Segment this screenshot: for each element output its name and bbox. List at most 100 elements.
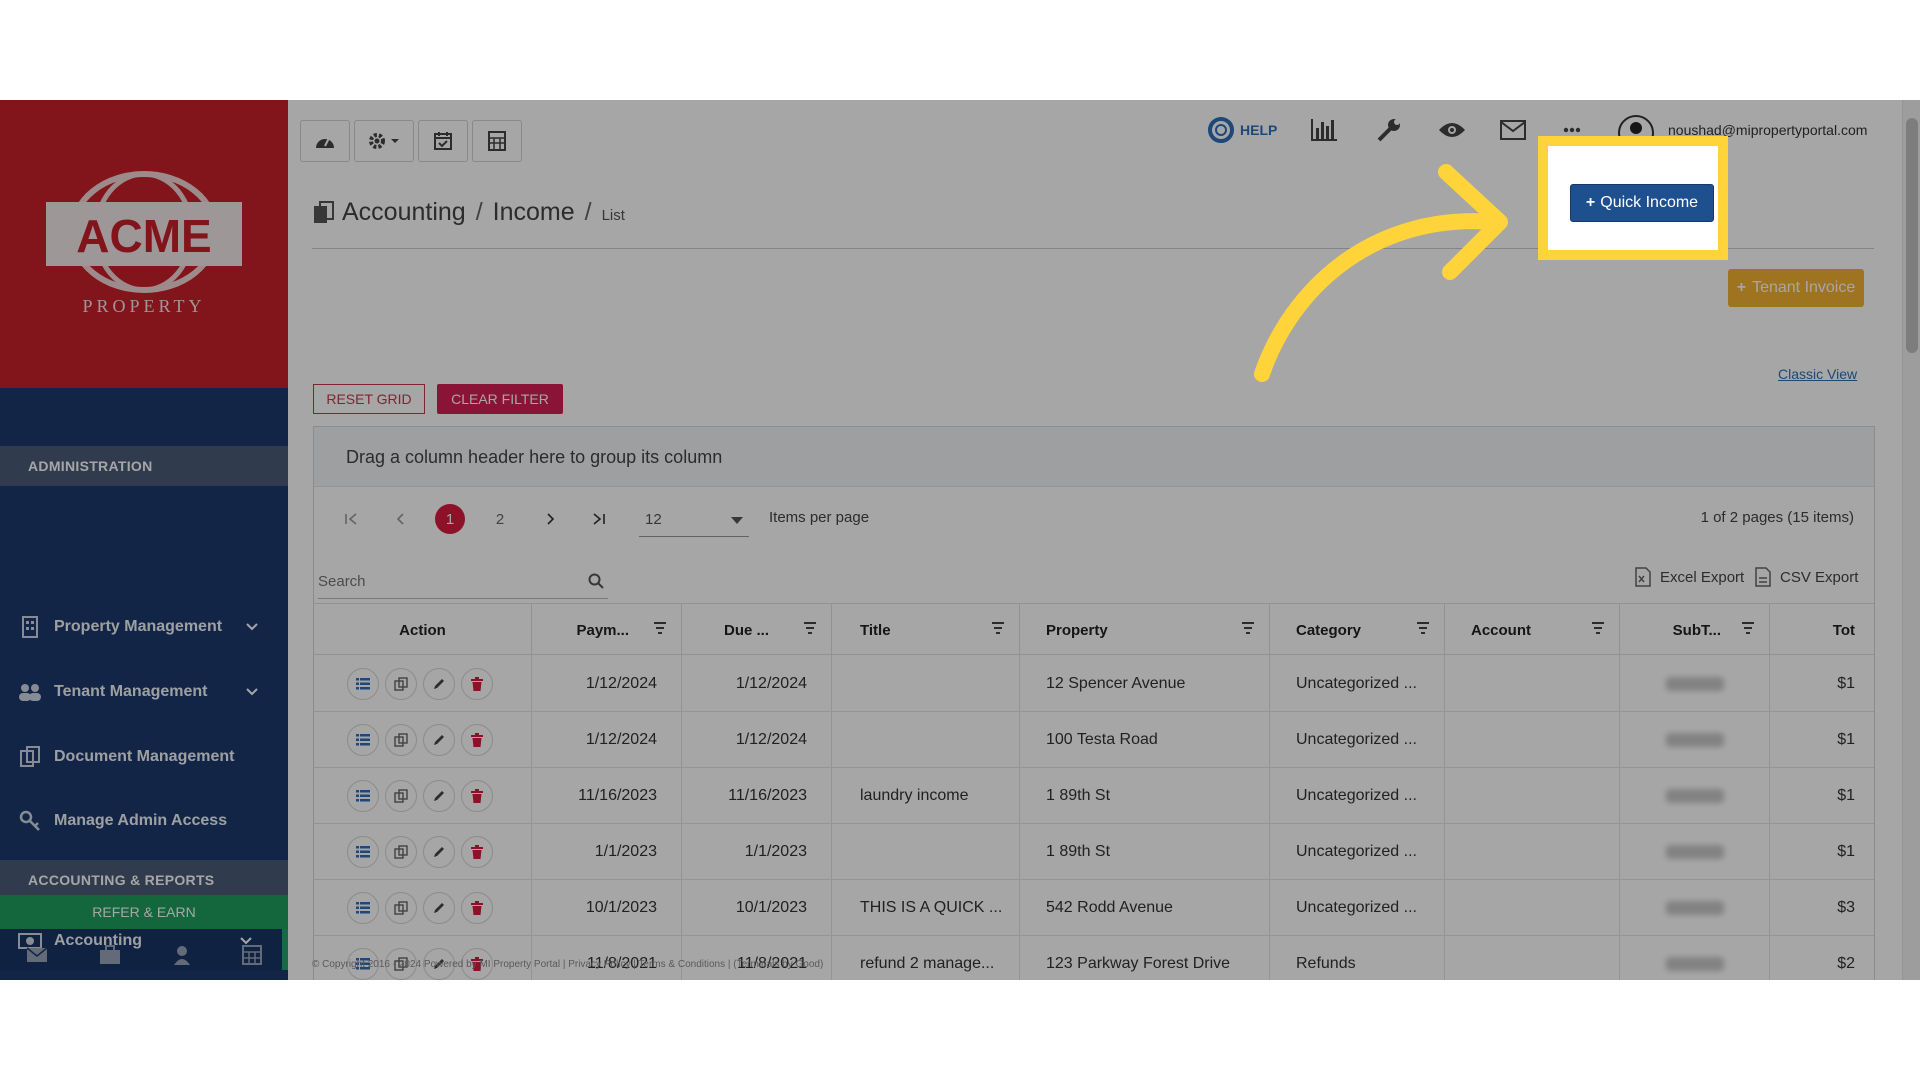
edit-button[interactable] — [422, 836, 455, 868]
quick-income-button[interactable]: + Quick Income — [1570, 184, 1714, 222]
messages-button[interactable] — [1500, 115, 1526, 145]
column-payment-date[interactable]: Paym... — [532, 604, 682, 656]
column-account[interactable]: Account — [1445, 604, 1620, 656]
trash-icon — [470, 677, 483, 691]
column-total[interactable]: Tot — [1770, 604, 1874, 656]
sidebar-item-document-management[interactable]: Document Management — [0, 728, 288, 786]
edit-button[interactable] — [422, 668, 455, 700]
cell-category: Uncategorized ... — [1270, 824, 1445, 880]
user-icon[interactable] — [173, 945, 191, 965]
sidebar-item-tenant-management[interactable]: Tenant Management — [0, 663, 288, 721]
table-row[interactable]: 11/8/2021 11/8/2021 refund 2 manage... 123 … — [314, 936, 1874, 980]
delete-button[interactable] — [460, 780, 493, 812]
edit-button[interactable] — [422, 724, 455, 756]
search-input[interactable] — [318, 569, 578, 593]
calendar-button[interactable] — [418, 120, 468, 162]
sidebar-item-manage-admin-access[interactable]: Manage Admin Access — [0, 792, 288, 850]
table-row[interactable]: 1/12/2024 1/12/2024 100 Testa Road Uncatego… — [314, 712, 1874, 768]
search-icon[interactable] — [588, 573, 604, 589]
copy-button[interactable] — [384, 668, 417, 700]
logo[interactable]: ACME PROPERTY — [0, 100, 288, 388]
filter-icon[interactable] — [1416, 622, 1430, 634]
sidebar-item-property-management[interactable]: Property Management — [0, 598, 288, 656]
preview-button[interactable] — [1438, 115, 1466, 145]
next-page-button[interactable] — [535, 504, 565, 534]
redacted-value — [1665, 677, 1724, 691]
filter-icon[interactable] — [1241, 622, 1255, 634]
page-scrollbar[interactable] — [1902, 100, 1920, 980]
cell-category: Uncategorized ... — [1270, 768, 1445, 824]
excel-export-button[interactable]: Excel Export — [1634, 567, 1744, 587]
clear-filter-button[interactable]: CLEAR FILTER — [437, 384, 563, 414]
column-title[interactable]: Title — [832, 604, 1020, 656]
dashboard-button[interactable] — [300, 120, 350, 162]
envelope-icon[interactable] — [26, 947, 48, 963]
column-label: Paym... — [576, 621, 629, 639]
scrollbar-thumb[interactable] — [1906, 118, 1918, 353]
filter-icon[interactable] — [1741, 622, 1755, 634]
filter-icon[interactable] — [991, 622, 1005, 634]
column-property[interactable]: Property — [1020, 604, 1270, 656]
reports-button[interactable] — [1310, 115, 1338, 145]
copy-button[interactable] — [384, 780, 417, 812]
csv-export-button[interactable]: CSV Export — [1754, 567, 1858, 587]
settings-button[interactable] — [354, 120, 414, 162]
calculator-icon[interactable] — [242, 945, 263, 965]
section-accounting-reports: ACCOUNTING & REPORTS — [0, 860, 288, 900]
view-details-button[interactable] — [346, 836, 379, 868]
cell-due: 10/1/2023 — [682, 880, 832, 936]
refer-earn-button[interactable]: REFER & EARN — [0, 895, 288, 929]
cell-property: 100 Testa Road — [1020, 712, 1270, 768]
briefcase-icon[interactable] — [99, 945, 121, 965]
eye-icon — [1439, 123, 1465, 137]
calculator-button[interactable] — [472, 120, 522, 162]
filter-icon[interactable] — [803, 622, 817, 634]
pencil-icon — [432, 845, 446, 859]
copy-button[interactable] — [384, 724, 417, 756]
table-row[interactable]: 10/1/2023 10/1/2023 THIS IS A QUICK ... 542… — [314, 880, 1874, 936]
breadcrumb-income[interactable]: Income — [493, 198, 575, 227]
delete-button[interactable] — [460, 668, 493, 700]
column-action: Action — [314, 604, 532, 656]
copy-button[interactable] — [384, 892, 417, 924]
breadcrumb-accounting[interactable]: Accounting — [342, 198, 466, 227]
column-category[interactable]: Category — [1270, 604, 1445, 656]
cell-category: Refunds — [1270, 936, 1445, 980]
list-icon — [355, 846, 370, 858]
redacted-value — [1665, 901, 1724, 915]
per-page-select[interactable]: 12 — [639, 503, 749, 537]
table-header: Action Paym... Due ... Title Property Ca… — [314, 603, 1874, 656]
edit-button[interactable] — [422, 780, 455, 812]
delete-button[interactable] — [460, 724, 493, 756]
tenant-invoice-button[interactable]: + Tenant Invoice — [1728, 269, 1864, 307]
view-details-button[interactable] — [346, 780, 379, 812]
edit-button[interactable] — [422, 892, 455, 924]
help-button[interactable]: HELP — [1208, 115, 1277, 145]
breadcrumb-separator: / — [584, 198, 592, 226]
view-details-button[interactable] — [346, 724, 379, 756]
last-page-button[interactable] — [584, 504, 614, 534]
delete-button[interactable] — [460, 892, 493, 924]
delete-button[interactable] — [460, 836, 493, 868]
reset-grid-button[interactable]: RESET GRID — [313, 384, 425, 414]
column-due-date[interactable]: Due ... — [682, 604, 832, 656]
pages-info: 1 of 2 pages (15 items) — [1700, 509, 1854, 526]
view-details-button[interactable] — [346, 668, 379, 700]
table-row[interactable]: 1/1/2023 1/1/2023 1 89th St Uncategorized .… — [314, 824, 1874, 880]
column-subtotal[interactable]: SubT... — [1620, 604, 1770, 656]
filter-icon[interactable] — [1591, 622, 1605, 634]
tools-button[interactable] — [1376, 115, 1402, 145]
page-2-button[interactable]: 2 — [485, 504, 515, 534]
first-page-button[interactable] — [336, 504, 366, 534]
group-drop-zone[interactable]: Drag a column header here to group its c… — [314, 427, 1874, 487]
page-1-button[interactable]: 1 — [435, 504, 465, 534]
prev-page-button[interactable] — [386, 504, 416, 534]
filter-icon[interactable] — [653, 622, 667, 634]
copy-button[interactable] — [384, 836, 417, 868]
cell-due: 1/1/2023 — [682, 824, 832, 880]
copy-icon — [393, 789, 408, 803]
view-details-button[interactable] — [346, 892, 379, 924]
table-row[interactable]: 1/12/2024 1/12/2024 12 Spencer Avenue Uncat… — [314, 656, 1874, 712]
classic-view-link[interactable]: Classic View — [1778, 366, 1857, 382]
table-row[interactable]: 11/16/2023 11/16/2023 laundry income 1 89th… — [314, 768, 1874, 824]
